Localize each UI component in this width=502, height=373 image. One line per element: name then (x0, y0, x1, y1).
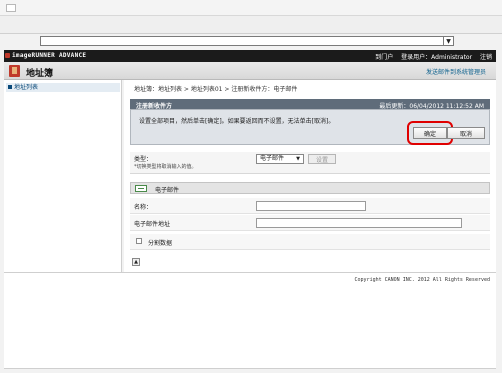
split-data-checkbox[interactable] (136, 238, 142, 244)
type-select[interactable]: 电子邮件 ▼ (256, 154, 304, 164)
email-input[interactable] (256, 218, 462, 228)
name-label: 名称： (134, 204, 153, 211)
main-content: 地址簿：地址列表 > 地址列表01 > 注册新收件方：电子邮件 注册新收件方 最… (124, 80, 496, 272)
email-row: 电子邮件地址 (130, 215, 490, 231)
name-input[interactable] (256, 201, 366, 211)
breadcrumb: 地址簿：地址列表 > 地址列表01 > 注册新收件方：电子邮件 (134, 86, 298, 93)
page-banner: 地址簿 发送邮件到系统管理员 (4, 62, 496, 80)
empty-area (4, 284, 496, 369)
chevron-down-icon[interactable]: ▼ (443, 37, 453, 45)
address-bar[interactable]: ▼ (40, 36, 454, 46)
sidebar-item-label: 地址列表 (14, 84, 39, 91)
type-row: 类型： *切换类型将取消输入的值。 电子邮件 ▼ 设置 (130, 152, 490, 174)
set-button[interactable]: 设置 (308, 154, 336, 164)
email-label: 电子邮件地址 (134, 221, 171, 228)
sidebar-item-address-list[interactable]: 地址列表 (6, 83, 120, 92)
section-title: 电子邮件 (155, 187, 180, 194)
canon-logo-icon (5, 53, 10, 58)
ok-button[interactable]: 确定 (413, 127, 447, 139)
split-data-row: 分割数据 (130, 234, 490, 250)
bullet-icon (8, 85, 12, 89)
address-book-icon (9, 65, 20, 77)
email-section-header: 电子邮件 (130, 182, 490, 194)
app-header: imageRUNNER ADVANCE 到门户 登录用户：Administrat… (4, 50, 496, 62)
cancel-button[interactable]: 取消 (447, 127, 485, 139)
footer: Copyright CANON INC. 2012 All Rights Res… (4, 272, 496, 284)
browser-chrome (0, 0, 502, 34)
chevron-down-icon: ▼ (296, 156, 300, 162)
type-label: 类型： (134, 156, 153, 163)
logout-link[interactable]: 注销 (480, 54, 492, 61)
login-user-label: 登录用户： (401, 54, 432, 61)
type-select-value: 电子邮件 (260, 155, 285, 162)
panel-header: 注册新收件方 最后更新：06/04/2012 11:12:52 AM (130, 99, 490, 110)
email-icon (135, 185, 147, 192)
header-user-area: 到门户 登录用户：Administrator 注销 (369, 52, 492, 61)
split-data-label: 分割数据 (148, 240, 173, 247)
sidebar: 地址列表 (4, 80, 122, 272)
panel-body: 设置全部项目，然后单击[确定]。如果要返回而不设置，无法单击[取消]。 确定 取… (130, 109, 490, 145)
browser-button[interactable] (6, 4, 16, 12)
user-name: Administrator (431, 54, 473, 61)
product-logo: imageRUNNER ADVANCE (12, 52, 87, 59)
scroll-top-icon[interactable]: ▲ (132, 258, 140, 266)
browser-toolbar (0, 0, 502, 16)
portal-link[interactable]: 到门户 (375, 54, 393, 61)
type-hint: *切换类型将取消输入的值。 (134, 164, 197, 170)
instruction-message: 设置全部项目，然后单击[确定]。如果要返回而不设置，无法单击[取消]。 (139, 118, 335, 125)
email-admin-link[interactable]: 发送邮件到系统管理员 (426, 67, 486, 76)
name-row: 名称： (130, 198, 490, 214)
page-title: 地址簿 (26, 69, 54, 79)
copyright: Copyright CANON INC. 2012 All Rights Res… (354, 277, 490, 283)
